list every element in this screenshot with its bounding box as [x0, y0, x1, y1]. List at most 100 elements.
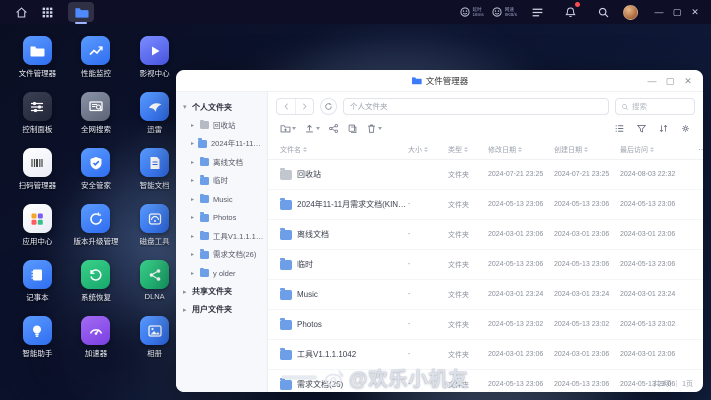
gallery-icon [148, 324, 162, 337]
sidebar-item-photos[interactable]: ▸ Photos [176, 209, 267, 228]
address-bar[interactable]: 个人文件夹 [343, 98, 609, 115]
sidebar: ▾个人文件夹 ▸回收站 ▸2024年11-11月需求文档(KIN10) ▸离线文… [176, 92, 268, 392]
table-row[interactable]: Music - 文件夹 2024-03-01 23:24 2024-03-01 23… [268, 280, 703, 310]
folder-icon [280, 257, 292, 270]
puzzle-icon [31, 213, 44, 225]
desktop-icon-app-center[interactable]: 应用中心 [8, 204, 67, 260]
desktop-icon-version-update[interactable]: 版本升级管理 [67, 204, 126, 260]
desktop-icon-scan-manager[interactable]: 扫码管理器 [8, 148, 67, 204]
folder-icon [200, 156, 209, 167]
desktop-icon-notepad[interactable]: 记事本 [8, 260, 67, 316]
share-icon [329, 124, 338, 133]
back-button[interactable] [277, 99, 295, 114]
table-header: 文件名 大小 类型 修改日期 创建日期 最后访问 ⋯ [268, 140, 703, 160]
file-list: 回收站 文件夹 2024-07-21 23:25 2024-07-21 23:25… [268, 160, 703, 392]
client-close-button[interactable]: ✕ [687, 3, 703, 21]
sidebar-item-offline-docs[interactable]: ▸ 离线文档 [176, 153, 267, 172]
desktop-icon-assistant[interactable]: 智能助手 [8, 316, 67, 372]
search-box[interactable] [615, 98, 695, 115]
home-icon[interactable] [13, 4, 29, 20]
folder-icon [280, 377, 292, 390]
desktop-icon-control-panel[interactable]: 控制面板 [8, 92, 67, 148]
desktop-icon-global-search[interactable]: 全网搜索 [67, 92, 126, 148]
column-header-size[interactable]: 大小 [408, 145, 448, 155]
barcode-icon [31, 157, 44, 168]
desktop-icon-performance[interactable]: 性能监控 [67, 36, 126, 92]
trash-folder-icon [280, 167, 292, 180]
window-title: 文件管理器 [425, 75, 469, 86]
sidebar-item-2024-docs[interactable]: ▸2024年11-11月需求文档(KIN10) [176, 135, 267, 154]
sort-icon [659, 124, 668, 133]
sidebar-item-requirement-docs[interactable]: ▸ 需求文档(26) [176, 246, 267, 265]
delete-button[interactable] [362, 121, 386, 136]
sidebar-root-user[interactable]: ▸ 用户文件夹 [176, 301, 267, 319]
forward-button[interactable] [295, 99, 313, 114]
table-row[interactable]: 需求文档(26) - 文件夹 2024-05-13 23:06 2024-05-13… [268, 370, 703, 392]
copy-button[interactable] [343, 121, 362, 136]
sort-button[interactable] [654, 121, 673, 136]
table-row[interactable]: 临时 - 文件夹 2024-05-13 23:06 2024-05-13 23:06… [268, 250, 703, 280]
settings-button[interactable] [676, 121, 695, 136]
column-header-created[interactable]: 创建日期 [554, 145, 620, 155]
sidebar-root-shared[interactable]: ▸ 共享文件夹 [176, 283, 267, 301]
table-row[interactable]: 工具V1.1.1.1042 - 文件夹 2024-03-01 23:06 2024-… [268, 340, 703, 370]
desktop-icon-security[interactable]: 安全管家 [67, 148, 126, 204]
copy-icon [348, 124, 357, 134]
status-bar: 共9项 ｜ 1页 [653, 381, 693, 388]
maximize-button[interactable]: ▢ [661, 72, 679, 90]
list-view-button[interactable] [610, 121, 629, 136]
trash-icon [367, 124, 376, 133]
notification-bell-icon[interactable] [562, 2, 580, 20]
folder-icon [280, 347, 292, 360]
sidebar-item-temp[interactable]: ▸ 临时 [176, 172, 267, 191]
column-header-name[interactable]: 文件名 [280, 145, 408, 155]
sidebar-item-y-older[interactable]: ▸ y older [176, 264, 267, 283]
column-header-accessed[interactable]: 最后访问 [620, 145, 698, 155]
update-icon [90, 211, 102, 225]
column-header-modified[interactable]: 修改日期 [488, 145, 554, 155]
desktop-screen: 延时 18ms 网速 0KB/s — ▢ ✕ 文件管理器 性能监控 影视中心 控制面… [0, 0, 711, 400]
task-list-icon[interactable] [529, 4, 545, 20]
sidebar-root-personal[interactable]: ▾ 个人文件夹 [176, 98, 267, 116]
upload-button[interactable] [300, 121, 324, 136]
taskbar-app-file-manager[interactable] [68, 2, 94, 24]
table-row[interactable]: 回收站 文件夹 2024-07-21 23:25 2024-07-21 23:25… [268, 160, 703, 190]
launcher-grid-icon[interactable] [39, 4, 55, 20]
close-button[interactable]: ✕ [679, 72, 697, 90]
folder-icon [200, 175, 209, 185]
taskbar: 延时 18ms 网速 0KB/s — ▢ ✕ [0, 0, 711, 24]
window-titlebar[interactable]: 文件管理器 — ▢ ✕ [176, 70, 703, 92]
user-avatar[interactable] [623, 4, 638, 20]
folder-icon [30, 46, 45, 56]
search-icon[interactable] [595, 4, 611, 20]
latency-indicator-icon [459, 7, 470, 17]
table-row[interactable]: 离线文档 - 文件夹 2024-03-01 23:06 2024-03-01 23:… [268, 220, 703, 250]
desktop-icon-system-restore[interactable]: 系统恢复 [67, 260, 126, 316]
play-icon [151, 46, 160, 55]
document-icon [149, 156, 160, 169]
column-header-more[interactable]: ⋯ [698, 145, 703, 154]
sidebar-item-recycle-bin[interactable]: ▸ 回收站 [176, 116, 267, 135]
folder-icon [200, 267, 209, 278]
desktop-icon-file-manager[interactable]: 文件管理器 [8, 36, 67, 92]
column-header-type[interactable]: 类型 [448, 145, 488, 155]
refresh-button[interactable] [320, 98, 337, 115]
desktop-icon-booster[interactable]: 加速器 [67, 316, 126, 372]
bulb-icon [32, 324, 43, 337]
minimize-button[interactable]: — [643, 72, 661, 90]
table-row[interactable]: Photos - 文件夹 2024-05-13 23:02 2024-05-13 2… [268, 310, 703, 340]
sidebar-item-music[interactable]: ▸ Music [176, 190, 267, 209]
folder-icon [198, 138, 208, 148]
client-maximize-button[interactable]: ▢ [669, 3, 685, 21]
new-folder-button[interactable] [276, 121, 300, 136]
filter-button[interactable] [632, 121, 651, 136]
search-input[interactable] [632, 102, 689, 111]
client-minimize-button[interactable]: — [651, 3, 667, 21]
share-button[interactable] [324, 121, 343, 136]
folder-icon [280, 197, 292, 210]
notebook-icon [31, 268, 43, 281]
folder-icon [411, 77, 422, 85]
table-row[interactable]: 2024年11-11月需求文档(KIN10) - 文件夹 2024-05-13 2… [268, 190, 703, 220]
sidebar-item-tools[interactable]: ▸ 工具V1.1.1.1042 [176, 227, 267, 246]
restore-icon [90, 268, 102, 281]
